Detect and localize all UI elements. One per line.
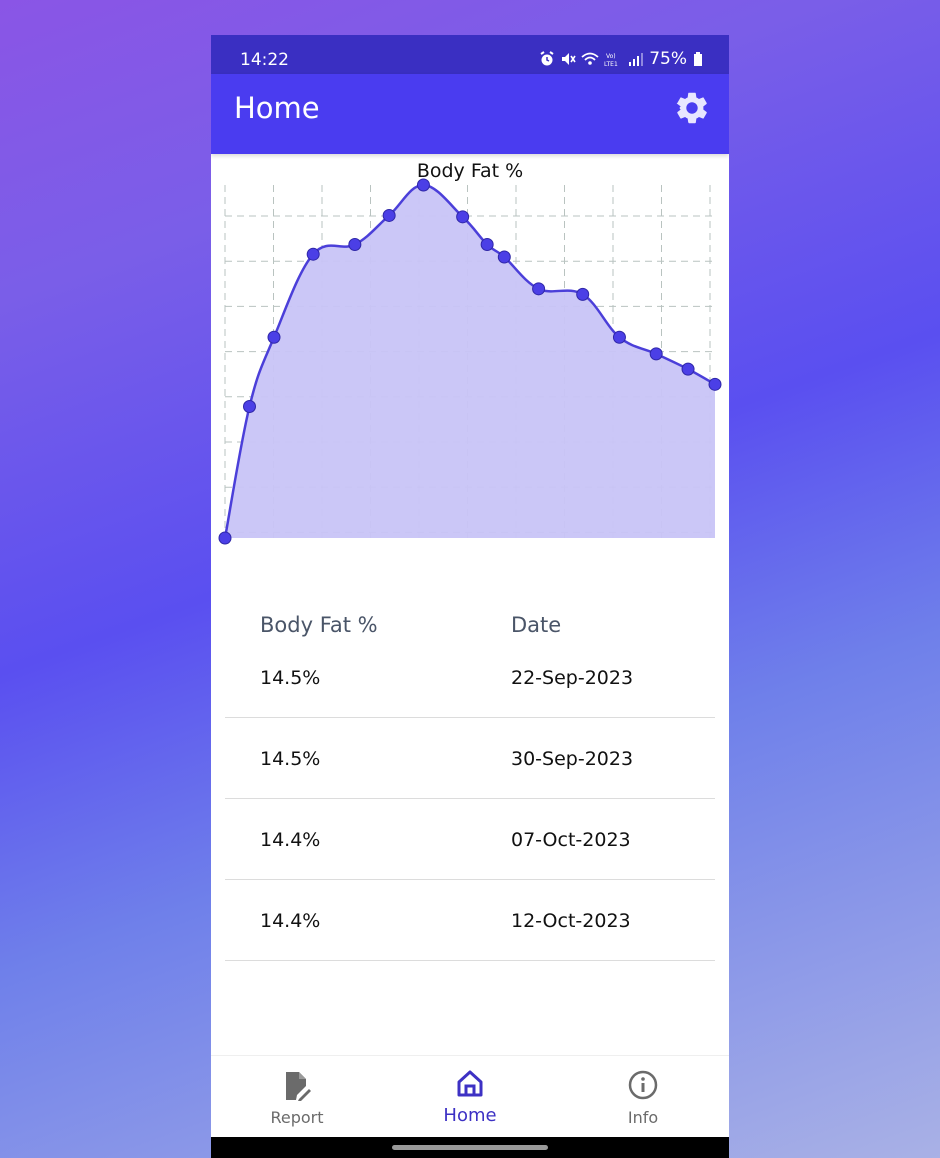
mute-icon <box>562 53 576 65</box>
bottom-navigation: Report Home Info <box>211 1055 729 1138</box>
body-fat-chart: Body Fat % <box>211 154 729 574</box>
data-point[interactable] <box>480 238 494 252</box>
info-icon <box>628 1070 658 1100</box>
chart-title: Body Fat % <box>417 160 523 182</box>
report-icon <box>286 1072 311 1101</box>
table-row[interactable]: 14.4% 12-Oct-2023 <box>225 880 715 961</box>
app-bar: Home <box>211 74 729 154</box>
status-bar: 14:22 Vo) LTE1 75% <box>211 35 729 74</box>
body-fat-value: 14.5% <box>260 667 321 689</box>
volte-icon: Vo) LTE1 <box>604 53 618 67</box>
date-value: 30-Sep-2023 <box>511 748 634 770</box>
chart-canvas: Body Fat % <box>218 160 722 545</box>
table-row[interactable]: 14.5% 30-Sep-2023 <box>225 718 715 799</box>
date-value: 07-Oct-2023 <box>511 829 631 851</box>
nav-label-info: Info <box>627 1108 659 1127</box>
data-point[interactable] <box>267 330 281 344</box>
status-icons: Vo) LTE1 75% <box>539 49 703 69</box>
data-point[interactable] <box>348 238 362 252</box>
svg-text:Vo): Vo) <box>606 53 616 60</box>
battery-percent: 75% <box>649 49 687 69</box>
nav-label-report: Report <box>270 1108 324 1127</box>
svg-text:LTE1: LTE1 <box>604 61 618 67</box>
nav-label-home: Home <box>443 1105 497 1126</box>
system-navigation-bar <box>211 1137 729 1158</box>
data-point[interactable] <box>612 330 626 344</box>
table-header: Body Fat % Date <box>225 605 715 645</box>
chart-area-fill <box>225 184 715 539</box>
battery-icon <box>694 52 702 66</box>
nav-item-home[interactable]: Home <box>384 1056 556 1138</box>
date-value: 12-Oct-2023 <box>511 910 631 932</box>
signal-icon <box>629 53 644 66</box>
page-title: Home <box>234 91 320 125</box>
home-icon <box>457 1070 483 1097</box>
body-fat-table: Body Fat % Date 14.5% 22-Sep-2023 14.5% … <box>225 605 715 961</box>
data-point[interactable] <box>306 247 320 261</box>
data-point[interactable] <box>708 377 722 391</box>
body-fat-value: 14.5% <box>260 748 321 770</box>
table-row[interactable]: 14.5% 22-Sep-2023 <box>225 645 715 718</box>
data-point[interactable] <box>497 250 511 264</box>
column-header-date: Date <box>511 613 562 637</box>
data-point[interactable] <box>382 208 396 222</box>
date-value: 22-Sep-2023 <box>511 667 634 689</box>
data-point[interactable] <box>532 282 546 296</box>
column-header-body-fat: Body Fat % <box>260 613 378 637</box>
home-gesture-pill[interactable] <box>392 1145 548 1150</box>
status-time: 14:22 <box>240 50 289 70</box>
data-point[interactable] <box>456 210 470 224</box>
data-point[interactable] <box>681 362 695 376</box>
nav-item-info[interactable]: Info <box>557 1056 729 1138</box>
phone-screen: 14:22 Vo) LTE1 75% Home Body Fat % Body … <box>211 35 729 1158</box>
wifi-icon <box>581 52 599 65</box>
data-point[interactable] <box>243 399 256 413</box>
body-fat-value: 14.4% <box>260 829 321 851</box>
nav-item-report[interactable]: Report <box>211 1056 383 1138</box>
gear-icon[interactable] <box>673 89 711 127</box>
data-point[interactable] <box>576 287 590 301</box>
data-point[interactable] <box>649 347 663 361</box>
data-point[interactable] <box>218 531 232 545</box>
alarm-icon <box>540 51 554 66</box>
table-row[interactable]: 14.4% 07-Oct-2023 <box>225 799 715 880</box>
body-fat-value: 14.4% <box>260 910 321 932</box>
